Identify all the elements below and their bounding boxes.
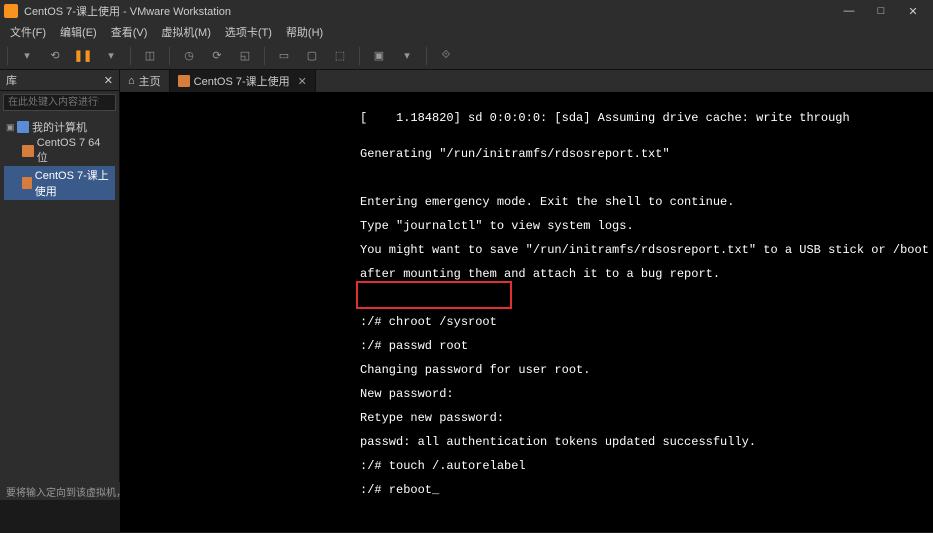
terminal-console[interactable]: [ 1.184820] sd 0:0:0:0: [sda] Assuming d… bbox=[120, 92, 933, 532]
fullscreen-dropdown[interactable]: ▾ bbox=[395, 44, 419, 68]
menu-edit[interactable]: 编辑(E) bbox=[54, 22, 103, 42]
pause-button[interactable]: ❚❚ bbox=[71, 44, 95, 68]
term-line: New password: bbox=[360, 388, 933, 400]
vm-icon bbox=[22, 177, 32, 189]
term-line: passwd: all authentication tokens update… bbox=[360, 436, 933, 448]
sidebar: 库 ✕ ▣ 我的计算机 CentOS 7 64 位 CentOS 7-课上使用 bbox=[0, 70, 120, 482]
vm-icon bbox=[22, 145, 34, 157]
term-line: [ 1.184820] sd 0:0:0:0: [sda] Assuming d… bbox=[360, 112, 933, 124]
sidebar-title: 库 bbox=[6, 72, 17, 88]
app-icon bbox=[4, 4, 18, 18]
menubar: 文件(F) 编辑(E) 查看(V) 虚拟机(M) 选项卡(T) 帮助(H) bbox=[0, 22, 933, 42]
resume-dropdown[interactable]: ▾ bbox=[99, 44, 123, 68]
clock-icon[interactable]: ◷ bbox=[177, 44, 201, 68]
tab-home[interactable]: ⌂ 主页 bbox=[120, 70, 170, 92]
power-dropdown-button[interactable]: ▾ bbox=[15, 44, 39, 68]
tree-root-label: 我的计算机 bbox=[32, 119, 87, 135]
view-thumb-button[interactable]: ▭ bbox=[272, 44, 296, 68]
home-icon: ⌂ bbox=[128, 75, 135, 87]
tab-vm[interactable]: CentOS 7-课上使用 ✕ bbox=[170, 70, 316, 92]
tree-item-label: CentOS 7-课上使用 bbox=[35, 167, 113, 199]
stretch-button[interactable]: ⟐ bbox=[434, 44, 458, 68]
annotation-highlight bbox=[356, 281, 512, 309]
sidebar-search bbox=[0, 91, 119, 114]
manage-icon[interactable]: ◱ bbox=[233, 44, 257, 68]
tab-vm-label: CentOS 7-课上使用 bbox=[194, 73, 290, 89]
term-line: :/# reboot_ bbox=[360, 484, 933, 496]
term-line: Generating "/run/initramfs/rdsosreport.t… bbox=[360, 148, 933, 160]
maximize-button[interactable]: □ bbox=[865, 5, 897, 17]
sidebar-header: 库 ✕ bbox=[0, 70, 119, 91]
tab-strip: ⌂ 主页 CentOS 7-课上使用 ✕ bbox=[120, 70, 933, 92]
menu-view[interactable]: 查看(V) bbox=[105, 22, 154, 42]
tree-item-vm-1[interactable]: CentOS 7-课上使用 bbox=[4, 166, 115, 200]
vm-icon bbox=[178, 75, 190, 87]
snapshot-button[interactable]: ⟲ bbox=[43, 44, 67, 68]
view-unity-button[interactable]: ▢ bbox=[300, 44, 324, 68]
window-title: CentOS 7-课上使用 - VMware Workstation bbox=[24, 3, 833, 19]
menu-file[interactable]: 文件(F) bbox=[4, 22, 52, 42]
term-line: Type "journalctl" to view system logs. bbox=[360, 220, 933, 232]
term-line: :/# touch /.autorelabel bbox=[360, 460, 933, 472]
term-line: Changing password for user root. bbox=[360, 364, 933, 376]
search-input[interactable] bbox=[3, 94, 116, 111]
view-console-button[interactable]: ⬚ bbox=[328, 44, 352, 68]
content-area: ⌂ 主页 CentOS 7-课上使用 ✕ [ 1.184820] sd 0:0:… bbox=[120, 70, 933, 482]
tree-root[interactable]: ▣ 我的计算机 bbox=[4, 118, 115, 136]
tree-item-vm-0[interactable]: CentOS 7 64 位 bbox=[4, 136, 115, 166]
tab-home-label: 主页 bbox=[139, 73, 161, 89]
term-line: :/# chroot /sysroot bbox=[360, 316, 933, 328]
vm-tree: ▣ 我的计算机 CentOS 7 64 位 CentOS 7-课上使用 bbox=[0, 114, 119, 204]
revert-icon[interactable]: ⟳ bbox=[205, 44, 229, 68]
close-button[interactable]: ✕ bbox=[897, 5, 929, 18]
term-line: after mounting them and attach it to a b… bbox=[360, 268, 933, 280]
minimize-button[interactable]: — bbox=[833, 5, 865, 17]
tab-close-icon[interactable]: ✕ bbox=[298, 75, 307, 88]
snapshot-take-button[interactable]: ◫ bbox=[138, 44, 162, 68]
main-area: 库 ✕ ▣ 我的计算机 CentOS 7 64 位 CentOS 7-课上使用 bbox=[0, 70, 933, 482]
menu-tabs[interactable]: 选项卡(T) bbox=[219, 22, 278, 42]
fold-icon[interactable]: ▣ bbox=[6, 122, 14, 133]
term-line: Entering emergency mode. Exit the shell … bbox=[360, 196, 933, 208]
toolbar: ▾ ⟲ ❚❚ ▾ ◫ ◷ ⟳ ◱ ▭ ▢ ⬚ ▣ ▾ ⟐ bbox=[0, 42, 933, 70]
term-line: Retype new password: bbox=[360, 412, 933, 424]
menu-vm[interactable]: 虚拟机(M) bbox=[155, 22, 217, 42]
sidebar-close-icon[interactable]: ✕ bbox=[104, 74, 113, 87]
menu-help[interactable]: 帮助(H) bbox=[280, 22, 329, 42]
titlebar: CentOS 7-课上使用 - VMware Workstation — □ ✕ bbox=[0, 0, 933, 22]
term-line: You might want to save "/run/initramfs/r… bbox=[360, 244, 933, 256]
term-line: :/# passwd root bbox=[360, 340, 933, 352]
computer-icon bbox=[17, 121, 29, 133]
tree-item-label: CentOS 7 64 位 bbox=[37, 137, 113, 165]
fullscreen-button[interactable]: ▣ bbox=[367, 44, 391, 68]
